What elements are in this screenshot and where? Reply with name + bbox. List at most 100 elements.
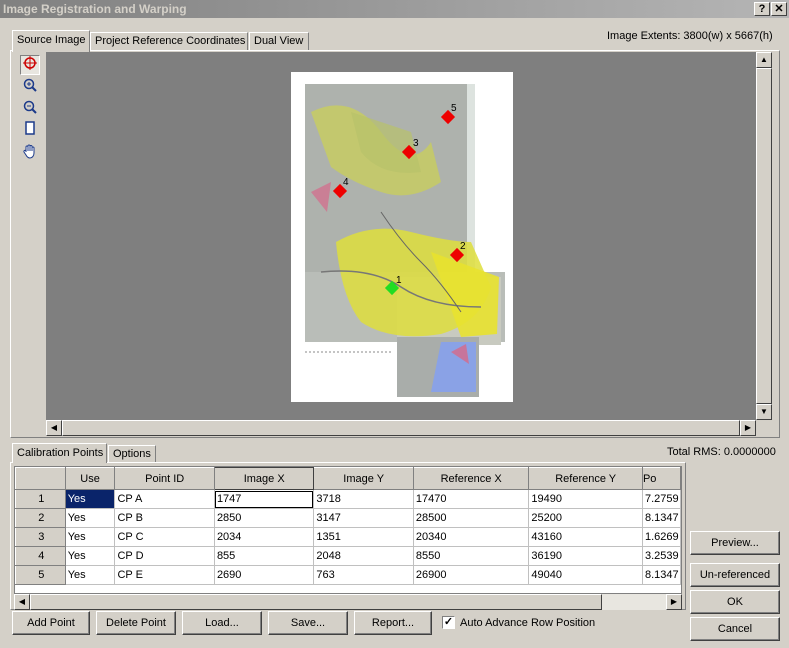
tab-label: Options	[113, 448, 151, 460]
cell-reference-y[interactable]: 43160	[528, 527, 643, 547]
cell-image-x[interactable]: 2690	[214, 565, 315, 585]
cell-reference-x[interactable]: 20340	[413, 527, 530, 547]
grid-header-row: Use Point ID Image X Image Y Reference X…	[15, 467, 681, 490]
crosshair-icon[interactable]	[20, 55, 40, 75]
cell-reference-x[interactable]: 28500	[413, 508, 530, 528]
cell-use[interactable]: Yes	[65, 489, 116, 509]
cell-po[interactable]: 7.2759	[642, 489, 681, 509]
tab-dual-view[interactable]: Dual View	[249, 32, 309, 50]
table-row[interactable]: 4 Yes CP D 855 2048 8550 36190 3.2539	[15, 546, 681, 566]
cell-po[interactable]: 8.1347	[642, 508, 681, 528]
cell-image-y[interactable]: 3718	[313, 489, 414, 509]
fit-page-icon[interactable]	[20, 121, 40, 141]
cell-point-id[interactable]: CP C	[114, 527, 215, 547]
cell-reference-y[interactable]: 49040	[528, 565, 643, 585]
calibration-points-grid[interactable]: Use Point ID Image X Image Y Reference X…	[14, 466, 682, 594]
table-row[interactable]: 2 Yes CP B 2850 3147 28500 25200 8.1347	[15, 508, 681, 528]
column-header-reference-x[interactable]: Reference X	[412, 467, 530, 490]
viewport-horizontal-scrollbar[interactable]: ◀ ▶	[46, 420, 756, 436]
close-button[interactable]: ✕	[771, 2, 787, 16]
grid-scroll-left-button[interactable]: ◀	[14, 594, 30, 610]
cell-reference-x[interactable]: 8550	[413, 546, 530, 566]
grid-scroll-right-button[interactable]: ▶	[666, 594, 682, 610]
cell-point-id[interactable]: CP B	[114, 508, 215, 528]
grid-horizontal-scrollbar[interactable]: ◀ ▶	[14, 594, 682, 610]
cell-image-x[interactable]: 2850	[214, 508, 315, 528]
help-button[interactable]: ?	[754, 2, 770, 16]
total-rms-label: Total RMS: 0.0000000	[667, 446, 776, 458]
preview-button[interactable]: Preview...	[690, 531, 780, 555]
window-title: Image Registration and Warping	[3, 2, 187, 16]
scroll-down-button[interactable]: ▼	[756, 404, 772, 420]
delete-point-button[interactable]: Delete Point	[96, 611, 176, 635]
horizontal-scroll-thumb[interactable]	[62, 420, 740, 436]
cell-point-id[interactable]: CP D	[114, 546, 215, 566]
tab-options[interactable]: Options	[108, 445, 156, 463]
cell-image-y[interactable]: 763	[313, 565, 414, 585]
cell-reference-y[interactable]: 19490	[528, 489, 643, 509]
cell-reference-y[interactable]: 36190	[528, 546, 643, 566]
cell-reference-x[interactable]: 17470	[413, 489, 530, 509]
cell-use[interactable]: Yes	[65, 508, 116, 528]
auto-advance-label: Auto Advance Row Position	[460, 617, 596, 629]
scroll-left-button[interactable]: ◀	[46, 420, 62, 436]
cell-po[interactable]: 3.2539	[642, 546, 681, 566]
column-header-image-x[interactable]: Image X	[213, 467, 315, 490]
unreferenced-button[interactable]: Un-referenced	[690, 563, 780, 587]
cancel-button[interactable]: Cancel	[690, 617, 780, 641]
cell-image-y[interactable]: 2048	[313, 546, 414, 566]
cell-po[interactable]: 1.6269	[642, 527, 681, 547]
cell-use[interactable]: Yes	[65, 527, 116, 547]
cell-use[interactable]: Yes	[65, 565, 116, 585]
zoom-out-icon[interactable]	[20, 100, 40, 120]
viewport-vertical-scrollbar[interactable]: ▲ ▼	[756, 52, 772, 420]
column-header-po[interactable]: Po	[641, 467, 681, 490]
cell-image-x[interactable]: 1747	[214, 489, 315, 509]
image-viewport[interactable]: 1 2 3 4 5	[46, 52, 756, 420]
marker-label-1: 1	[396, 275, 402, 286]
grid-scroll-thumb[interactable]	[30, 594, 602, 610]
load-button[interactable]: Load...	[182, 611, 262, 635]
row-header[interactable]: 2	[15, 508, 66, 528]
report-button[interactable]: Report...	[354, 611, 432, 635]
table-row[interactable]: 3 Yes CP C 2034 1351 20340 43160 1.6269	[15, 527, 681, 547]
cell-use[interactable]: Yes	[65, 546, 116, 566]
tab-label: Calibration Points	[17, 447, 104, 459]
cell-reference-x[interactable]: 26900	[413, 565, 530, 585]
cell-image-x[interactable]: 2034	[214, 527, 315, 547]
cell-point-id[interactable]: CP A	[114, 489, 215, 509]
row-header[interactable]: 1	[15, 489, 66, 509]
source-page: 1 2 3 4 5	[291, 72, 513, 402]
row-header[interactable]: 4	[15, 546, 66, 566]
title-bar: Image Registration and Warping ? ✕	[0, 0, 789, 18]
pan-hand-icon[interactable]	[20, 143, 40, 163]
cell-image-x[interactable]: 855	[214, 546, 315, 566]
tab-project-reference-coordinates[interactable]: Project Reference Coordinates	[90, 32, 248, 50]
tab-label: Source Image	[17, 34, 86, 46]
auto-advance-checkbox[interactable]: ✓	[442, 616, 455, 629]
column-header-image-y[interactable]: Image Y	[313, 467, 414, 490]
save-button[interactable]: Save...	[268, 611, 348, 635]
cell-image-y[interactable]: 3147	[313, 508, 414, 528]
tab-source-image[interactable]: Source Image	[12, 30, 90, 52]
tab-calibration-points[interactable]: Calibration Points	[12, 443, 107, 463]
column-header-point-id[interactable]: Point ID	[114, 467, 215, 490]
vertical-scroll-thumb[interactable]	[756, 68, 772, 404]
column-header-reference-y[interactable]: Reference Y	[528, 467, 643, 490]
table-row[interactable]: 1 Yes CP A 1747 3718 17470 19490 7.2759	[15, 489, 681, 509]
ok-button[interactable]: OK	[690, 590, 780, 614]
row-header[interactable]: 3	[15, 527, 66, 547]
zoom-in-icon[interactable]	[20, 78, 40, 98]
scroll-up-button[interactable]: ▲	[756, 52, 772, 68]
add-point-button[interactable]: Add Point	[12, 611, 90, 635]
column-header-use[interactable]: Use	[64, 467, 116, 490]
cell-image-y[interactable]: 1351	[313, 527, 414, 547]
table-row[interactable]: 5 Yes CP E 2690 763 26900 49040 8.1347	[15, 565, 681, 585]
scanned-map-image	[305, 84, 505, 397]
cell-po[interactable]: 8.1347	[642, 565, 681, 585]
row-header[interactable]: 5	[15, 565, 66, 585]
cell-point-id[interactable]: CP E	[114, 565, 215, 585]
tab-label: Project Reference Coordinates	[95, 35, 246, 47]
cell-reference-y[interactable]: 25200	[528, 508, 643, 528]
scroll-right-button[interactable]: ▶	[740, 420, 756, 436]
